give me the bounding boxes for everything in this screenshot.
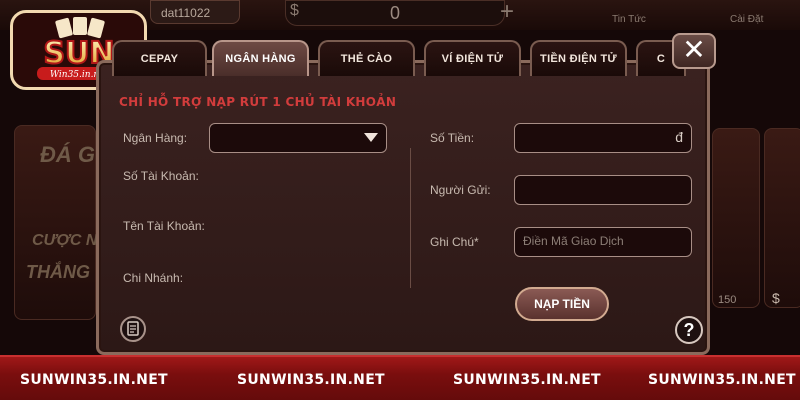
close-button[interactable]: ✕ [672, 33, 716, 69]
note-label: Ghi Chú* [430, 235, 479, 249]
deposit-dialog: CHỈ HỖ TRỢ NẠP RÚT 1 CHỦ TÀI KHOẢN Ngân … [96, 60, 710, 355]
branch-label: Chi Nhánh: [123, 271, 184, 285]
game-card-right-1[interactable] [712, 128, 760, 308]
sender-label: Người Gửi: [430, 183, 491, 197]
tab-bar: CEPAY NGÂN HÀNG THẺ CÀO VÍ ĐIỆN TỬ TIỀN … [0, 0, 800, 80]
bank-select[interactable] [209, 123, 387, 153]
game-card-value: 150 [718, 294, 737, 306]
tab-cepay[interactable]: CEPAY [112, 40, 207, 76]
tab-bank[interactable]: NGÂN HÀNG [212, 40, 309, 76]
amount-input[interactable]: đ [514, 123, 692, 153]
receipt-icon [127, 321, 139, 336]
tab-crypto[interactable]: TIỀN ĐIỆN TỬ [530, 40, 627, 76]
deposit-button[interactable]: NẠP TIỀN [515, 287, 609, 321]
tab-card[interactable]: THẺ CÀO [318, 40, 415, 76]
footer-site-label: SUNWIN35.IN.NET [453, 372, 601, 388]
footer-site-label: SUNWIN35.IN.NET [648, 372, 796, 388]
currency-symbol: đ [675, 129, 683, 145]
close-icon: ✕ [682, 33, 706, 66]
help-button[interactable]: ? [675, 316, 703, 344]
amount-label: Số Tiền: [430, 131, 475, 145]
footer-site-label: SUNWIN35.IN.NET [20, 372, 168, 388]
game-card-text-3: THẮNG [26, 262, 90, 282]
footer-site-label: SUNWIN35.IN.NET [237, 372, 385, 388]
currency-icon: $ [772, 290, 780, 306]
sender-input[interactable] [514, 175, 692, 205]
note-input[interactable]: Điền Mã Giao Dịch [514, 227, 692, 257]
notice-text: CHỈ HỖ TRỢ NẠP RÚT 1 CHỦ TÀI KHOẢN [119, 95, 397, 109]
column-divider [410, 148, 411, 288]
note-placeholder: Điền Mã Giao Dịch [523, 234, 624, 248]
chevron-down-icon [364, 133, 378, 142]
history-button[interactable] [120, 316, 146, 342]
account-name-label: Tên Tài Khoản: [123, 219, 205, 233]
game-card-right-2[interactable] [764, 128, 800, 308]
game-card-text-1: ĐÁ G [40, 142, 95, 167]
bank-label: Ngân Hàng: [123, 131, 188, 145]
tab-ewallet[interactable]: VÍ ĐIỆN TỬ [424, 40, 521, 76]
account-number-label: Số Tài Khoản: [123, 169, 199, 183]
